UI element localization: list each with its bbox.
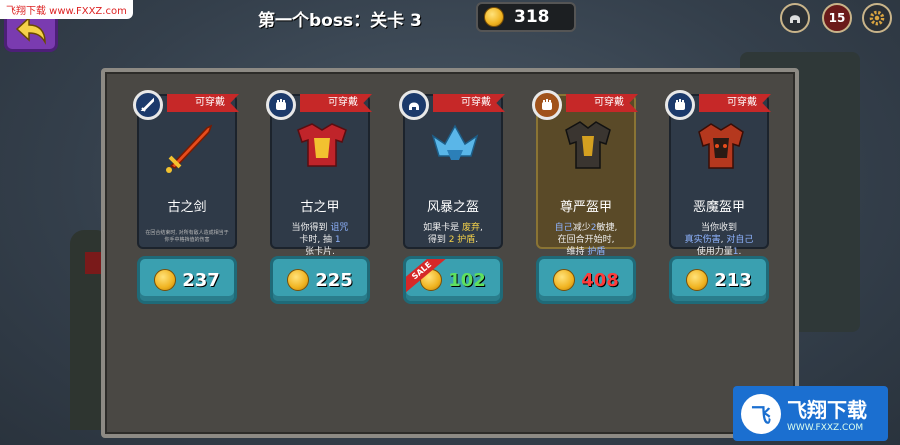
card-desc: 当你收到 真实伤害, 对自己 使用力量1. xyxy=(684,223,754,257)
background-figure-detail xyxy=(85,252,101,274)
card-name: 风暴之盔 xyxy=(426,200,479,215)
helmet-icon xyxy=(409,102,419,110)
title-sep: ：关卡 xyxy=(353,11,405,31)
buy-button-ancient-sword[interactable]: 237 xyxy=(137,256,237,304)
helmet-icon xyxy=(790,15,800,23)
shop-card-demon-armor[interactable]: 可穿戴 恶魔盔甲 当你收到 真实伤害, 对自己 使用力量1. xyxy=(665,90,771,257)
shop-panel: 可穿戴 古之剑 在回合结束时, 对所有敌人造成相当于你手中格挡值的伤害 237 … xyxy=(101,68,799,438)
wearable-ribbon: 可穿戴 xyxy=(566,94,638,112)
gear-icon xyxy=(869,10,885,26)
price-amount: 102 xyxy=(448,269,486,291)
price-amount: 408 xyxy=(581,269,619,291)
coin-icon xyxy=(287,269,310,291)
title-prefix: 第一个 xyxy=(258,11,309,31)
price-amount: 225 xyxy=(315,269,353,291)
coin-icon xyxy=(553,269,576,291)
buy-button-demon-armor[interactable]: 213 xyxy=(669,256,769,304)
coin-icon xyxy=(484,7,504,27)
map-counter-button[interactable]: 15 xyxy=(822,3,852,33)
card-desc: 在回合结束时, 对所有敌人造成相当于你手中格挡值的伤害 xyxy=(145,230,229,243)
shop-card-dignity-armor[interactable]: 可穿戴 尊严盔甲 自己减少2敏捷, 在回合开始时, 维持 护盾 xyxy=(532,90,638,257)
card-desc: 自己减少2敏捷, 在回合开始时, 维持 护盾 xyxy=(554,223,618,257)
title-level: 3 xyxy=(410,11,422,31)
card-desc: 当你得到 诅咒 卡时, 抽 1 张卡片. xyxy=(291,223,349,257)
shop-card-ancient-sword[interactable]: 可穿戴 古之剑 在回合结束时, 对所有敌人造成相当于你手中格挡值的伤害 xyxy=(133,90,239,249)
demon-armor-art xyxy=(691,116,751,176)
coin-icon xyxy=(686,269,709,291)
page-title: 第一个boss：关卡 3 xyxy=(258,6,422,31)
coin-amount: 318 xyxy=(514,7,550,27)
buy-button-storm-helmet[interactable]: SALE 102 xyxy=(403,256,503,304)
watermark-sub-text: WWW.FXXZ.COM xyxy=(787,423,864,433)
card-type-badge xyxy=(665,90,695,120)
watermark-bottom-right: 飞 飞翔下载 WWW.FXXZ.COM xyxy=(733,386,888,441)
storm-helmet-art xyxy=(425,116,485,176)
card-type-badge xyxy=(532,90,562,120)
card-type-badge xyxy=(399,90,429,120)
coin-icon xyxy=(154,269,177,291)
title-boss: boss xyxy=(309,11,354,31)
watermark-top: 飞翔下载 www.FXXZ.com xyxy=(0,0,133,19)
wearable-ribbon: 可穿戴 xyxy=(433,94,505,112)
counter-badge: 15 xyxy=(828,11,846,25)
watermark-logo: 飞 xyxy=(741,393,781,434)
shop-card-storm-helmet[interactable]: 可穿戴 风暴之盔 如果卡是 废弃, 得到 2 护盾. xyxy=(399,90,505,249)
deck-button[interactable] xyxy=(780,3,810,33)
sword-icon xyxy=(140,97,154,112)
watermark-main-text: 飞翔下载 xyxy=(787,398,867,422)
fist-icon xyxy=(276,99,286,110)
wearable-ribbon: 可穿戴 xyxy=(300,94,372,112)
price-amount: 213 xyxy=(714,269,752,291)
settings-button[interactable] xyxy=(862,3,892,33)
card-name: 古之甲 xyxy=(300,200,340,215)
card-type-badge xyxy=(266,90,296,120)
fist-icon xyxy=(675,99,685,110)
ancient-sword-art xyxy=(159,116,219,176)
card-name: 古之剑 xyxy=(167,200,207,215)
buy-button-ancient-armor[interactable]: 225 xyxy=(270,256,370,304)
coin-counter: 318 xyxy=(476,2,576,32)
card-name: 尊严盔甲 xyxy=(559,200,612,215)
shop-card-ancient-armor[interactable]: 可穿戴 古之甲 当你得到 诅咒 卡时, 抽 1 张卡片. xyxy=(266,90,372,257)
card-name: 恶魔盔甲 xyxy=(692,200,745,215)
dignity-armor-art xyxy=(558,116,618,176)
fist-icon xyxy=(542,99,552,110)
wearable-ribbon: 可穿戴 xyxy=(167,94,239,112)
card-type-badge xyxy=(133,90,163,120)
wearable-ribbon: 可穿戴 xyxy=(699,94,771,112)
ancient-armor-art xyxy=(292,116,352,176)
card-desc: 如果卡是 废弃, 得到 2 护盾. xyxy=(423,223,483,245)
back-arrow-icon xyxy=(15,16,46,45)
price-amount: 237 xyxy=(182,269,220,291)
buy-button-dignity-armor[interactable]: 408 xyxy=(536,256,636,304)
